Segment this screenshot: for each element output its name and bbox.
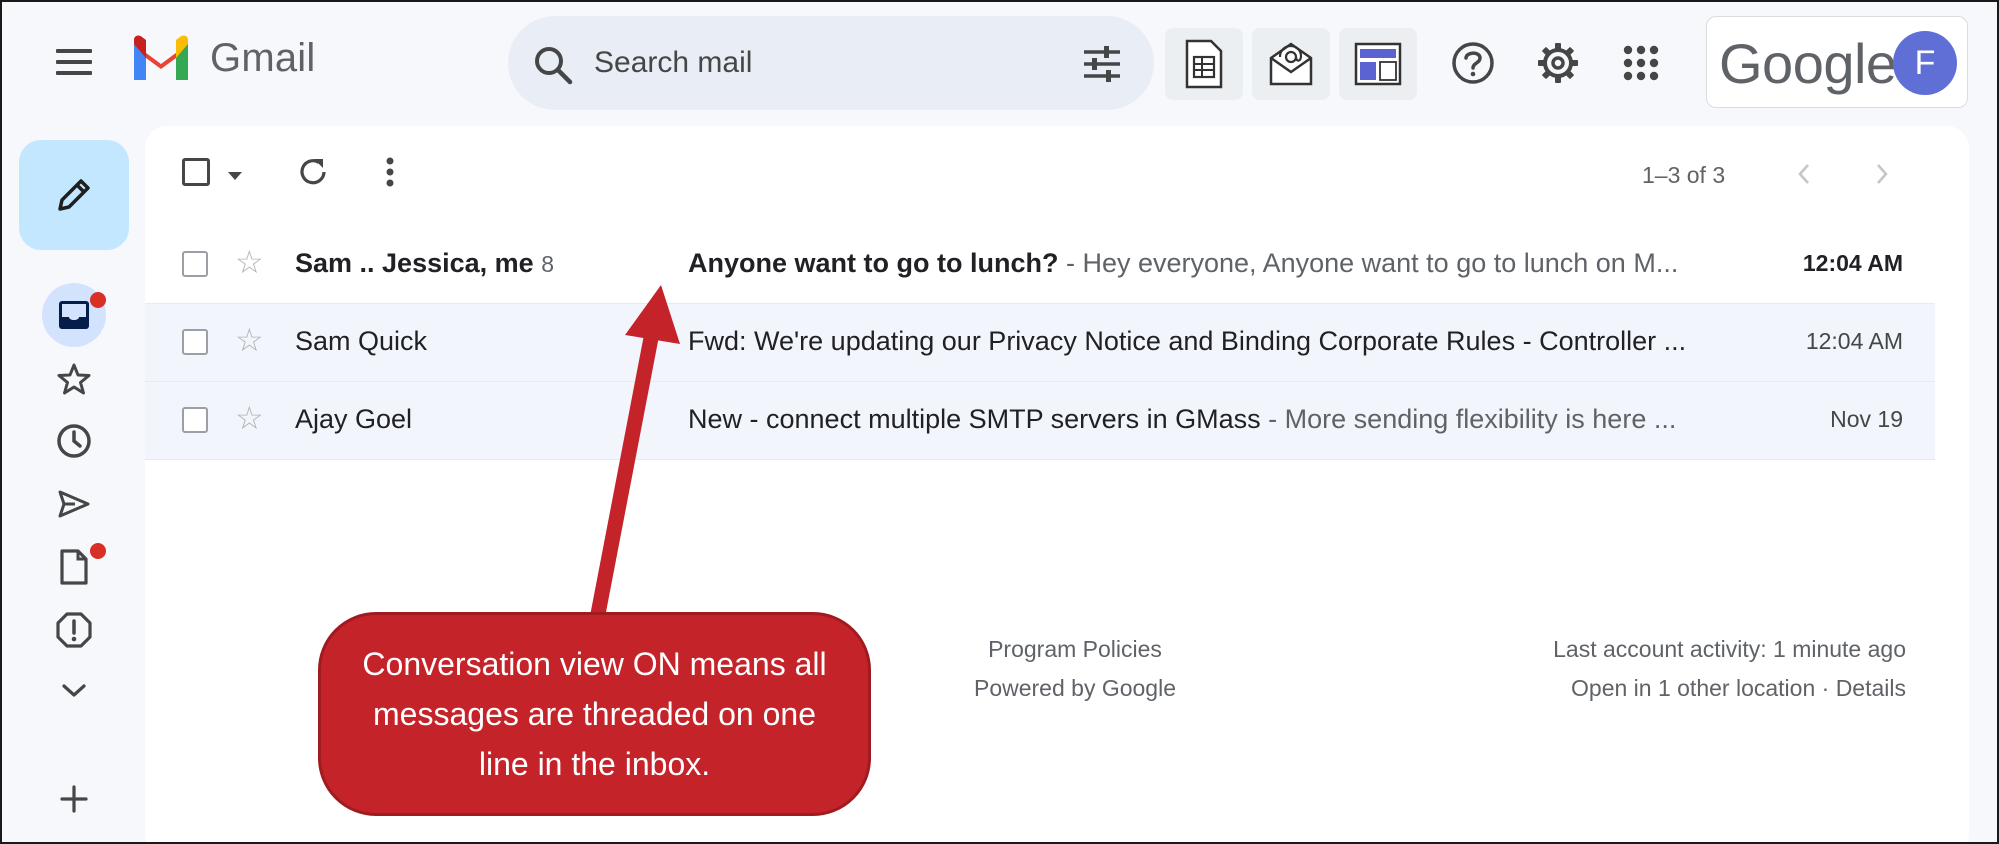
sender-names: Sam .. Jessica, me <box>295 248 534 278</box>
refresh-button[interactable] <box>297 156 329 193</box>
dashboard-addon-button[interactable] <box>1339 28 1417 100</box>
help-icon <box>1452 42 1494 84</box>
email-snippet: - More sending flexibility is here ... <box>1260 404 1677 434</box>
nav-more[interactable] <box>42 659 106 723</box>
powered-by-text: Powered by Google <box>973 675 1176 701</box>
gmail-window: Gmail Search mail Google F 1–3 of 3 ☆ Sa… <box>0 0 1999 844</box>
email-time: 12:04 AM <box>1805 328 1903 354</box>
inbox-icon <box>59 301 89 329</box>
newer-button[interactable] <box>1796 162 1812 191</box>
row-checkbox[interactable] <box>182 329 208 355</box>
account-activity: Last account activity: 1 minute ago Open… <box>1553 630 1906 708</box>
email-snippet: - Hey everyone, Anyone want to go to lun… <box>1058 248 1679 278</box>
email-subject: Anyone want to go to lunch? <box>688 248 1059 278</box>
program-policies-link[interactable]: Program Policies <box>935 630 1215 669</box>
main-menu-button[interactable] <box>46 42 102 82</box>
spreadsheet-doc-icon <box>1185 39 1223 89</box>
email-time: Nov 19 <box>1830 406 1903 432</box>
email-time: 12:04 AM <box>1802 250 1903 276</box>
star-icon[interactable]: ☆ <box>235 402 264 434</box>
nav-spam[interactable] <box>42 598 106 662</box>
alert-icon <box>56 612 92 648</box>
caret-down-icon <box>228 172 242 180</box>
email-row[interactable]: ☆ Ajay Goel New - connect multiple SMTP … <box>145 382 1935 460</box>
email-subject: New - connect multiple SMTP servers in G… <box>688 404 1261 434</box>
search-icon[interactable] <box>532 44 574 86</box>
apps-grid-icon <box>1623 45 1659 81</box>
callout-text: Conversation view ON means all messages … <box>362 646 827 782</box>
google-apps-button[interactable] <box>1616 38 1666 88</box>
star-outline-icon <box>57 363 91 395</box>
dashboard-icon <box>1354 42 1402 86</box>
chevron-down-icon <box>62 684 86 697</box>
gmail-wordmark: Gmail <box>210 35 316 80</box>
account-switcher[interactable]: Google F <box>1706 16 1968 108</box>
email-subject-line: New - connect multiple SMTP servers in G… <box>688 404 1868 435</box>
help-button[interactable] <box>1448 38 1498 88</box>
separator-dot: · <box>1815 675 1836 701</box>
drafts-notification-dot <box>90 543 106 559</box>
email-row[interactable]: ☆ Sam Quick Fwd: We're updating our Priv… <box>145 304 1935 382</box>
nav-sent[interactable] <box>42 472 106 536</box>
pagination-count: 1–3 of 3 <box>1642 162 1726 188</box>
email-subject: Fwd: We're updating our Privacy Notice a… <box>688 326 1687 356</box>
star-icon[interactable]: ☆ <box>235 324 264 356</box>
settings-button[interactable] <box>1533 38 1583 88</box>
draft-file-icon <box>60 549 88 585</box>
gmail-logo[interactable]: Gmail <box>130 34 315 82</box>
inbox-notification-dot <box>90 292 106 308</box>
nav-snoozed[interactable] <box>42 409 106 473</box>
google-wordmark: Google <box>1719 32 1897 95</box>
pencil-icon <box>58 179 90 211</box>
compose-button[interactable] <box>19 140 129 250</box>
search-options-icon[interactable] <box>1082 46 1122 82</box>
create-label-button[interactable] <box>42 767 106 831</box>
email-addon-button[interactable] <box>1252 28 1330 100</box>
select-all-checkbox[interactable] <box>182 158 210 186</box>
spreadsheet-addon-button[interactable] <box>1165 28 1243 100</box>
email-row[interactable]: ☆ Sam .. Jessica, me 8 Anyone want to go… <box>145 226 1935 304</box>
email-sender: Ajay Goel <box>295 404 413 434</box>
thread-count: 8 <box>541 251 554 277</box>
email-sender: Sam .. Jessica, me 8 <box>295 248 554 279</box>
refresh-icon <box>300 159 326 185</box>
plus-icon <box>60 785 88 813</box>
other-location-line: Open in 1 other location · Details <box>1553 669 1906 708</box>
annotation-callout: Conversation view ON means all messages … <box>318 612 871 816</box>
older-button[interactable] <box>1874 162 1890 191</box>
star-icon[interactable]: ☆ <box>235 246 264 278</box>
other-location-text: Open in 1 other location <box>1571 675 1816 701</box>
avatar[interactable]: F <box>1893 31 1957 95</box>
chevron-right-icon <box>1877 164 1888 184</box>
search-input[interactable]: Search mail <box>594 46 752 80</box>
select-dropdown[interactable] <box>227 168 243 186</box>
search-bar[interactable]: Search mail <box>508 16 1154 110</box>
email-subject-line: Fwd: We're updating our Privacy Notice a… <box>688 326 1868 357</box>
details-link[interactable]: Details <box>1836 675 1906 701</box>
row-checkbox[interactable] <box>182 251 208 277</box>
clock-icon <box>57 424 91 458</box>
footer-links: Program Policies Powered by Google <box>935 630 1215 708</box>
gmail-m-icon <box>134 35 188 80</box>
chevron-left-icon <box>1798 164 1809 184</box>
send-icon <box>58 490 90 518</box>
last-activity-text: Last account activity: 1 minute ago <box>1553 636 1906 662</box>
gear-icon <box>1538 43 1578 83</box>
email-sender: Sam Quick <box>295 326 428 356</box>
email-subject-line: Anyone want to go to lunch? - Hey everyo… <box>688 248 1868 279</box>
more-actions-button[interactable] <box>385 156 395 193</box>
more-vert-icon <box>386 157 394 187</box>
row-checkbox[interactable] <box>182 407 208 433</box>
mail-at-icon <box>1269 42 1313 86</box>
nav-starred[interactable] <box>42 347 106 411</box>
